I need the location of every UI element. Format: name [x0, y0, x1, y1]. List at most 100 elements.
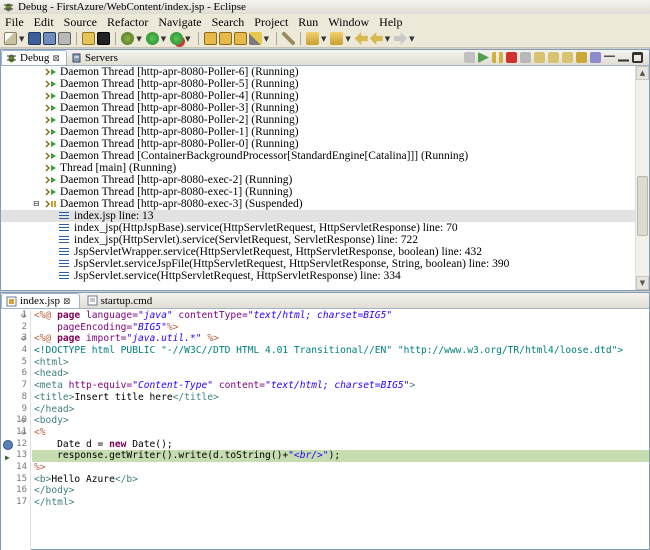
thread-item[interactable]: Daemon Thread [http-apr-8080-Poller-3] (… — [1, 102, 637, 114]
thread-item[interactable]: Daemon Thread [http-apr-8080-Poller-6] (… — [1, 66, 637, 78]
stack-frame-item[interactable]: JspServlet.serviceJspFile(HttpServletReq… — [1, 258, 637, 270]
code-lines[interactable]: <%@ page language="java" contentType="te… — [32, 310, 649, 509]
thread-item[interactable]: Thread [main] (Running) — [1, 162, 637, 174]
tab-debug[interactable]: Debug ⊠ — [1, 50, 67, 65]
scroll-thumb[interactable] — [637, 176, 648, 236]
thread-item[interactable]: Daemon Thread [http-apr-8080-exec-1] (Ru… — [1, 186, 637, 198]
chevron-down-icon[interactable]: ▼ — [264, 35, 269, 43]
debug-icon[interactable] — [121, 32, 135, 45]
line-number[interactable]: 10 ⊖ — [1, 415, 30, 427]
chevron-down-icon[interactable]: ▼ — [19, 35, 24, 43]
minimize-icon[interactable] — [618, 52, 629, 63]
code-line[interactable]: <%@ page language="java" contentType="te… — [32, 310, 649, 322]
menu-source[interactable]: Source — [59, 14, 102, 30]
thread-item[interactable]: Daemon Thread [ContainerBackgroundProces… — [1, 150, 637, 162]
line-number[interactable]: 9 — [1, 404, 30, 416]
step-return-icon[interactable] — [562, 52, 573, 63]
chevron-down-icon[interactable]: ▼ — [161, 35, 166, 43]
stack-frame-item[interactable]: JspServlet.service(HttpServletRequest, H… — [1, 270, 637, 282]
code-line[interactable]: <!DOCTYPE html PUBLIC "-//W3C//DTD HTML … — [32, 345, 649, 357]
line-number-gutter[interactable]: 1 ⊖ 2 3 ⊖ 4 5 6 7 8 9 10 ⊖ 11 ⊖ 12 13 ▶ 14 15 16 17 — [1, 310, 31, 550]
code-line[interactable]: <b>Hello Azure</b> — [32, 474, 649, 486]
line-number[interactable]: 4 — [1, 345, 30, 357]
forward-icon[interactable] — [394, 32, 408, 45]
debug-vertical-scrollbar[interactable]: ▲ ▼ — [635, 66, 649, 290]
fold-toggle-icon[interactable]: ⊖ — [21, 310, 26, 322]
menu-run[interactable]: Run — [293, 14, 323, 30]
code-line[interactable]: response.getWriter().write(d.toString()+… — [32, 450, 649, 462]
stack-frame-item[interactable]: JspServletWrapper.service(HttpServletReq… — [1, 246, 637, 258]
line-number[interactable]: 14 — [1, 462, 30, 474]
wand-icon[interactable] — [248, 32, 262, 45]
chevron-down-icon[interactable]: ▼ — [385, 35, 390, 43]
line-number[interactable]: 5 — [1, 357, 30, 369]
menu-help[interactable]: Help — [374, 14, 407, 30]
new-class-icon[interactable] — [233, 32, 247, 45]
breakpoint-icon[interactable] — [3, 439, 13, 450]
line-number[interactable]: 16 — [1, 485, 30, 497]
menu-refactor[interactable]: Refactor — [102, 14, 153, 30]
tab-startup-cmd[interactable]: startup.cmd — [83, 293, 161, 308]
save-icon[interactable] — [28, 32, 42, 45]
fold-toggle-icon[interactable]: ⊖ — [21, 415, 26, 427]
next-annotation-icon[interactable] — [305, 32, 319, 45]
scroll-down-icon[interactable]: ▼ — [636, 276, 649, 290]
line-number[interactable]: 12 — [1, 439, 30, 451]
external-tools-icon[interactable] — [170, 32, 184, 45]
back-icon[interactable] — [369, 32, 383, 45]
thread-item[interactable]: Daemon Thread [http-apr-8080-exec-2] (Ru… — [1, 174, 637, 186]
close-icon[interactable]: ⊠ — [52, 53, 60, 64]
thread-item[interactable]: Daemon Thread [http-apr-8080-Poller-0] (… — [1, 138, 637, 150]
pen-icon[interactable] — [281, 32, 295, 45]
thread-item[interactable]: Daemon Thread [http-apr-8080-Poller-4] (… — [1, 90, 637, 102]
use-step-filters-icon[interactable] — [590, 52, 601, 63]
code-line[interactable]: <title>Insert title here</title> — [32, 392, 649, 404]
code-area[interactable]: 1 ⊖ 2 3 ⊖ 4 5 6 7 8 9 10 ⊖ 11 ⊖ 12 13 ▶ 14 15 16 17 <%@ page … — [1, 310, 649, 550]
tab-index-jsp[interactable]: index.jsp ⊠ — [1, 293, 80, 308]
line-number[interactable]: 2 — [1, 322, 30, 334]
maximize-icon[interactable] — [632, 52, 643, 63]
terminate-icon[interactable] — [506, 52, 517, 63]
line-number[interactable]: 15 — [1, 474, 30, 486]
scroll-up-icon[interactable]: ▲ — [636, 66, 649, 80]
thread-item[interactable]: Daemon Thread [http-apr-8080-Poller-2] (… — [1, 114, 637, 126]
last-edit-icon[interactable] — [354, 32, 368, 45]
step-into-icon[interactable] — [534, 52, 545, 63]
chevron-down-icon[interactable]: ▼ — [345, 35, 350, 43]
line-number[interactable]: 3 ⊖ — [1, 333, 30, 345]
fold-toggle-icon[interactable]: ⊖ — [21, 427, 26, 439]
code-line[interactable]: </head> — [32, 404, 649, 416]
code-line[interactable]: </html> — [32, 497, 649, 509]
collapse-toggle-icon[interactable]: ⊟ — [33, 198, 43, 210]
fold-toggle-icon[interactable]: ⊖ — [21, 333, 26, 345]
close-icon[interactable]: ⊠ — [63, 296, 71, 307]
run-icon[interactable] — [145, 32, 159, 45]
code-line[interactable]: <html> — [32, 357, 649, 369]
menu-edit[interactable]: Edit — [29, 14, 59, 30]
line-number[interactable]: 6 — [1, 368, 30, 380]
tab-servers[interactable]: Servers — [67, 50, 124, 65]
disconnect-icon[interactable] — [520, 52, 531, 63]
code-line[interactable]: <head> — [32, 368, 649, 380]
menu-window[interactable]: Window — [323, 14, 374, 30]
resume-icon[interactable] — [478, 52, 489, 63]
new-package-icon[interactable] — [218, 32, 232, 45]
new-icon[interactable] — [4, 32, 17, 45]
menu-search[interactable]: Search — [207, 14, 250, 30]
code-line[interactable]: </body> — [32, 485, 649, 497]
prev-annotation-icon[interactable] — [330, 32, 344, 45]
menu-file[interactable]: File — [0, 14, 29, 30]
new-java-project-icon[interactable] — [203, 32, 217, 45]
code-line[interactable]: Date d = new Date(); — [32, 439, 649, 451]
stack-frame-item[interactable]: index_jsp(HttpServlet).service(ServletRe… — [1, 234, 637, 246]
menu-project[interactable]: Project — [249, 14, 293, 30]
remove-terminated-icon[interactable] — [464, 52, 475, 63]
thread-item-suspended[interactable]: ⊟ Daemon Thread [http-apr-8080-exec-3] (S… — [1, 198, 637, 210]
open-type-icon[interactable] — [82, 32, 96, 45]
line-number[interactable]: 7 — [1, 380, 30, 392]
drop-to-frame-icon[interactable] — [576, 52, 587, 63]
stack-frame-item[interactable]: index_jsp(HttpJspBase).service(HttpServl… — [1, 222, 637, 234]
code-line[interactable]: <%@ page import="java.util.*" %> — [32, 333, 649, 345]
menu-navigate[interactable]: Navigate — [153, 14, 206, 30]
code-line[interactable]: <% — [32, 427, 649, 439]
